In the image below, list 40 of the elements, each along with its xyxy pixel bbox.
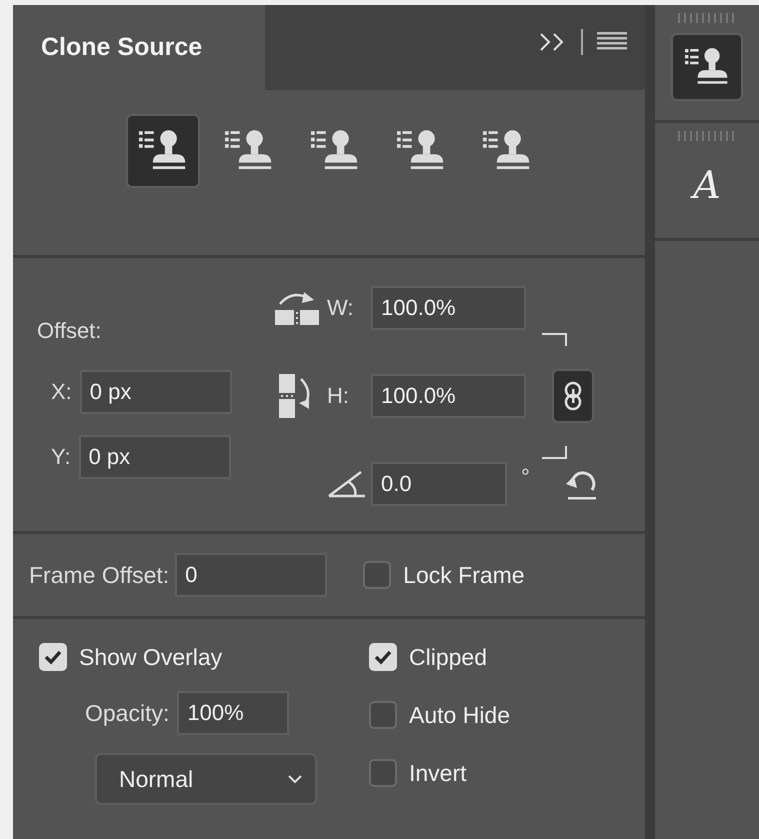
opacity-label: Opacity: [85,700,170,726]
checkmark-icon [374,649,392,665]
link-icon [563,381,583,411]
offset-label: Offset: [37,318,102,344]
panel-tab[interactable]: Clone Source [13,5,265,90]
checkbox-label: Lock Frame [403,562,525,588]
character-dock-button[interactable]: A [671,151,743,219]
width-label: W: [327,295,354,321]
chevron-icon [287,774,303,784]
angle-icon [327,470,367,498]
link-bracket-icon [542,446,570,460]
checkbox-label: Show Overlay [79,644,222,670]
height-label: H: [327,383,350,409]
frame-offset-field[interactable]: 0 [175,553,328,597]
link-bracket-icon [542,332,570,346]
link-button[interactable] [552,369,594,423]
angle-field[interactable]: 0.0 [371,462,507,506]
grip-icon[interactable] [678,13,736,23]
checkbox-label: Clipped [409,644,487,670]
x-field[interactable]: 0 px [80,370,232,414]
flip-horizontal-icon[interactable] [274,290,320,326]
grip-icon[interactable] [678,131,736,141]
checkbox[interactable] [369,759,397,787]
checkbox-label: Auto Hide [409,702,510,728]
height-field[interactable]: 100.0% [371,374,526,418]
x-label: X: [51,379,72,405]
opacity-field[interactable]: 100% [177,691,290,735]
y-label: Y: [51,444,71,470]
width-field[interactable]: 100.0% [371,286,526,330]
y-field[interactable]: 0 px [78,435,231,479]
degree-label: ° [521,464,530,490]
checkbox-label: Invert [409,760,467,786]
clone-source-dock-button[interactable] [671,33,743,101]
checkbox[interactable] [363,561,392,589]
frame-offset-label: Frame Offset: [29,562,170,588]
blend-mode-dropdown[interactable]: Normal [95,753,317,805]
checkmark-icon [44,649,62,665]
checkbox[interactable] [369,701,397,729]
menu-icon[interactable] [597,32,627,52]
clone-source-button[interactable] [126,114,200,188]
